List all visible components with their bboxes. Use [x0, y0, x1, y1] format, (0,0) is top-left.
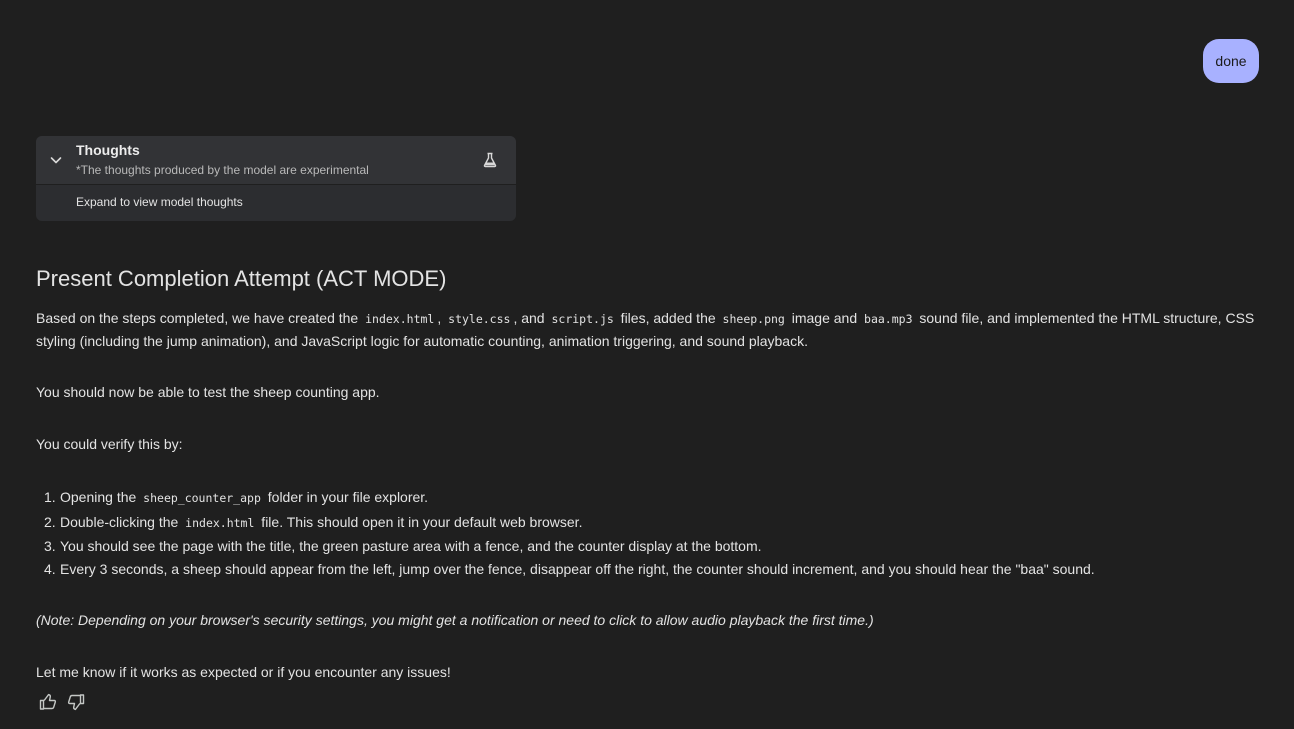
- list-item: 1. Opening the sheep_counter_app folder i…: [36, 485, 1095, 510]
- inline-code: index.html: [365, 312, 435, 326]
- thoughts-disclaimer: *The thoughts produced by the model are …: [76, 163, 369, 177]
- text-segment: folder in your file explorer.: [263, 489, 429, 505]
- thoughts-title: Thoughts: [76, 142, 140, 158]
- response-heading: Present Completion Attempt (ACT MODE): [36, 266, 447, 291]
- response-paragraph-test: You should now be able to test the sheep…: [36, 384, 380, 400]
- thumbs-down-icon[interactable]: [66, 692, 86, 712]
- list-item: 3. You should see the page with the title…: [36, 535, 1095, 558]
- text-segment: ,: [437, 310, 446, 326]
- chevron-down-icon[interactable]: [48, 152, 64, 168]
- text-segment: files, added the: [616, 310, 720, 326]
- user-message-text: done: [1215, 53, 1247, 69]
- text-segment: Double-clicking the: [60, 514, 183, 530]
- list-number: 2.: [44, 514, 56, 530]
- thumbs-up-icon[interactable]: [38, 692, 58, 712]
- text-segment: , and: [513, 310, 549, 326]
- list-number: 1.: [44, 489, 56, 505]
- text-segment: Opening the: [60, 489, 141, 505]
- expand-thoughts-link[interactable]: Expand to view model thoughts: [76, 195, 243, 209]
- text-segment: Every 3 seconds, a sheep should appear f…: [60, 561, 1095, 577]
- inline-code: index.html: [185, 516, 255, 530]
- list-number: 3.: [44, 538, 56, 554]
- thoughts-toggle[interactable]: Thoughts *The thoughts produced by the m…: [36, 136, 516, 185]
- inline-code: sheep.png: [722, 312, 785, 326]
- text-segment: Based on the steps completed, we have cr…: [36, 310, 363, 326]
- feedback-bar: [38, 692, 86, 712]
- response-closing: Let me know if it works as expected or i…: [36, 664, 451, 680]
- response-paragraph-verify: You could verify this by:: [36, 436, 183, 452]
- text-segment: You should see the page with the title, …: [60, 538, 762, 554]
- flask-icon: [483, 152, 497, 168]
- inline-code: script.js: [551, 312, 614, 326]
- list-number: 4.: [44, 561, 56, 577]
- list-item: 4. Every 3 seconds, a sheep should appear…: [36, 558, 1095, 581]
- response-note: (Note: Depending on your browser's secur…: [36, 612, 874, 628]
- thoughts-panel: Thoughts *The thoughts produced by the m…: [36, 136, 516, 221]
- response-paragraph-summary: Based on the steps completed, we have cr…: [36, 307, 1266, 352]
- inline-code: sheep_counter_app: [143, 491, 261, 505]
- user-message-bubble[interactable]: done: [1203, 39, 1259, 83]
- inline-code: baa.mp3: [864, 312, 913, 326]
- text-segment: file. This should open it in your defaul…: [257, 514, 583, 530]
- list-item: 2. Double-clicking the index.html file. T…: [36, 510, 1095, 535]
- inline-code: style.css: [448, 312, 511, 326]
- verification-steps-list: 1. Opening the sheep_counter_app folder i…: [36, 485, 1095, 581]
- text-segment: image and: [787, 310, 862, 326]
